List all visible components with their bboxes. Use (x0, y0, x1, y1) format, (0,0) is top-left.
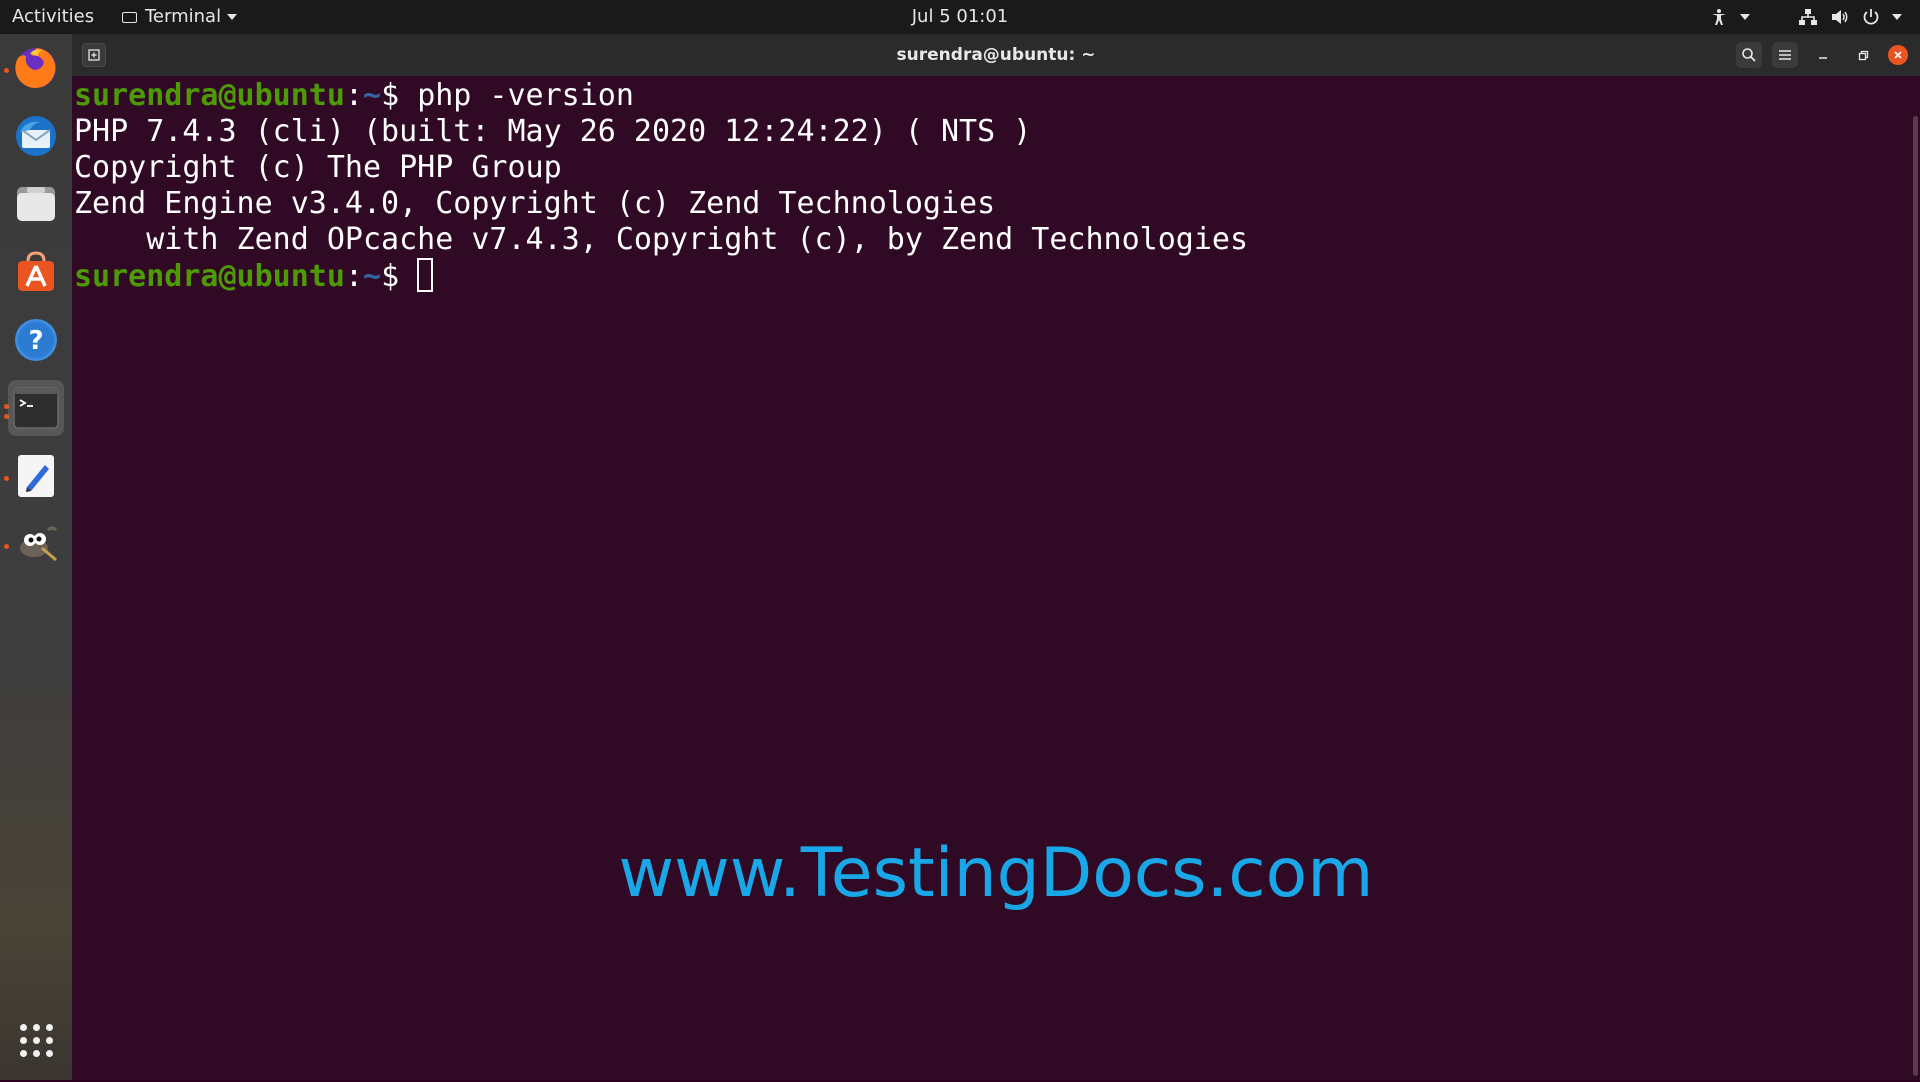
search-icon (1742, 48, 1756, 62)
prompt-dollar: $ (381, 259, 418, 294)
title-bar[interactable]: surendra@ubuntu: ~ (72, 34, 1920, 76)
minimize-icon (1819, 57, 1827, 59)
grid-dot (46, 1037, 53, 1044)
software-store-icon (18, 251, 54, 291)
output-line: Zend Engine v3.4.0, Copyright (c) Zend T… (74, 186, 996, 221)
dock-item-terminal[interactable] (8, 380, 64, 436)
accessibility-icon[interactable] (1710, 8, 1728, 26)
prompt-line[interactable]: surendra@ubuntu:~$ (72, 258, 1912, 294)
text-cursor (417, 258, 434, 292)
gimp-icon (20, 526, 58, 562)
dock-item-files[interactable] (8, 176, 64, 232)
terminal-output[interactable]: surendra@ubuntu:~$ php -version PHP 7.4.… (72, 76, 1912, 1082)
activities-button[interactable]: Activities (12, 0, 94, 34)
app-menu-label: Terminal (145, 6, 222, 27)
power-icon[interactable] (1862, 8, 1880, 26)
prompt-line: surendra@ubuntu:~$ php -version (72, 78, 1912, 114)
files-icon (17, 187, 55, 221)
clock[interactable]: Jul 5 01:01 (912, 6, 1009, 27)
prompt-colon: : (344, 78, 363, 113)
dock-item-software[interactable] (8, 244, 64, 300)
system-tray[interactable] (1710, 0, 1902, 34)
grid-dot (33, 1037, 40, 1044)
grid-dot (20, 1037, 27, 1044)
text-editor-icon (18, 455, 54, 497)
chevron-down-icon (227, 14, 238, 20)
top-bar: Activities Terminal Jul 5 01:01 (0, 0, 1920, 34)
search-button[interactable] (1736, 42, 1762, 68)
dock: ? (0, 34, 72, 1080)
dock-item-gimp[interactable] (8, 516, 64, 572)
grid-dot (46, 1024, 53, 1031)
prompt-user: surendra@ubuntu (74, 78, 345, 113)
thunderbird-icon (16, 116, 56, 156)
help-icon: ? (15, 319, 57, 361)
grid-dot (20, 1050, 27, 1057)
network-icon[interactable] (1798, 8, 1818, 26)
firefox-icon (15, 48, 56, 88)
grid-dot (46, 1050, 53, 1057)
grid-dot (33, 1050, 40, 1057)
output-line: PHP 7.4.3 (cli) (built: May 26 2020 12:2… (74, 114, 1032, 149)
close-button[interactable] (1888, 45, 1908, 65)
dock-item-text-editor[interactable] (8, 448, 64, 504)
app-menu[interactable]: Terminal (122, 0, 238, 34)
dock-item-firefox[interactable] (8, 40, 64, 96)
new-tab-icon (88, 49, 100, 61)
chevron-down-icon[interactable] (1892, 14, 1902, 20)
grid-dot (33, 1024, 40, 1031)
restore-icon (1858, 50, 1869, 61)
maximize-button[interactable] (1848, 42, 1878, 68)
dock-item-thunderbird[interactable] (8, 108, 64, 164)
watermark: www.TestingDocs.com (618, 834, 1374, 913)
window-title: surendra@ubuntu: ~ (896, 45, 1096, 65)
prompt-path: ~ (363, 78, 382, 113)
output-line: with Zend OPcache v7.4.3, Copyright (c),… (74, 222, 1248, 257)
dock-item-help[interactable]: ? (8, 312, 64, 368)
command-text: php -version (417, 78, 634, 113)
scrollbar[interactable] (1913, 116, 1918, 1076)
terminal-icon (13, 387, 59, 429)
chevron-down-icon[interactable] (1740, 14, 1750, 20)
minimize-button[interactable] (1808, 42, 1838, 68)
prompt-colon: : (344, 259, 363, 294)
new-tab-button[interactable] (82, 43, 106, 67)
terminal-window: surendra@ubuntu: ~ surendra@ubuntu:~$ ph… (72, 34, 1920, 1080)
hamburger-menu-icon (1779, 50, 1791, 60)
close-icon (1894, 51, 1902, 59)
terminal-mini-icon (122, 11, 137, 23)
output-line: Copyright (c) The PHP Group (74, 150, 562, 185)
svg-text:?: ? (28, 326, 43, 356)
volume-icon[interactable] (1830, 8, 1850, 26)
prompt-user: surendra@ubuntu (74, 259, 345, 294)
menu-button[interactable] (1772, 42, 1798, 68)
prompt-dollar: $ (381, 78, 418, 113)
prompt-path: ~ (363, 259, 382, 294)
show-applications-button[interactable] (20, 1024, 54, 1058)
grid-dot (20, 1024, 27, 1031)
